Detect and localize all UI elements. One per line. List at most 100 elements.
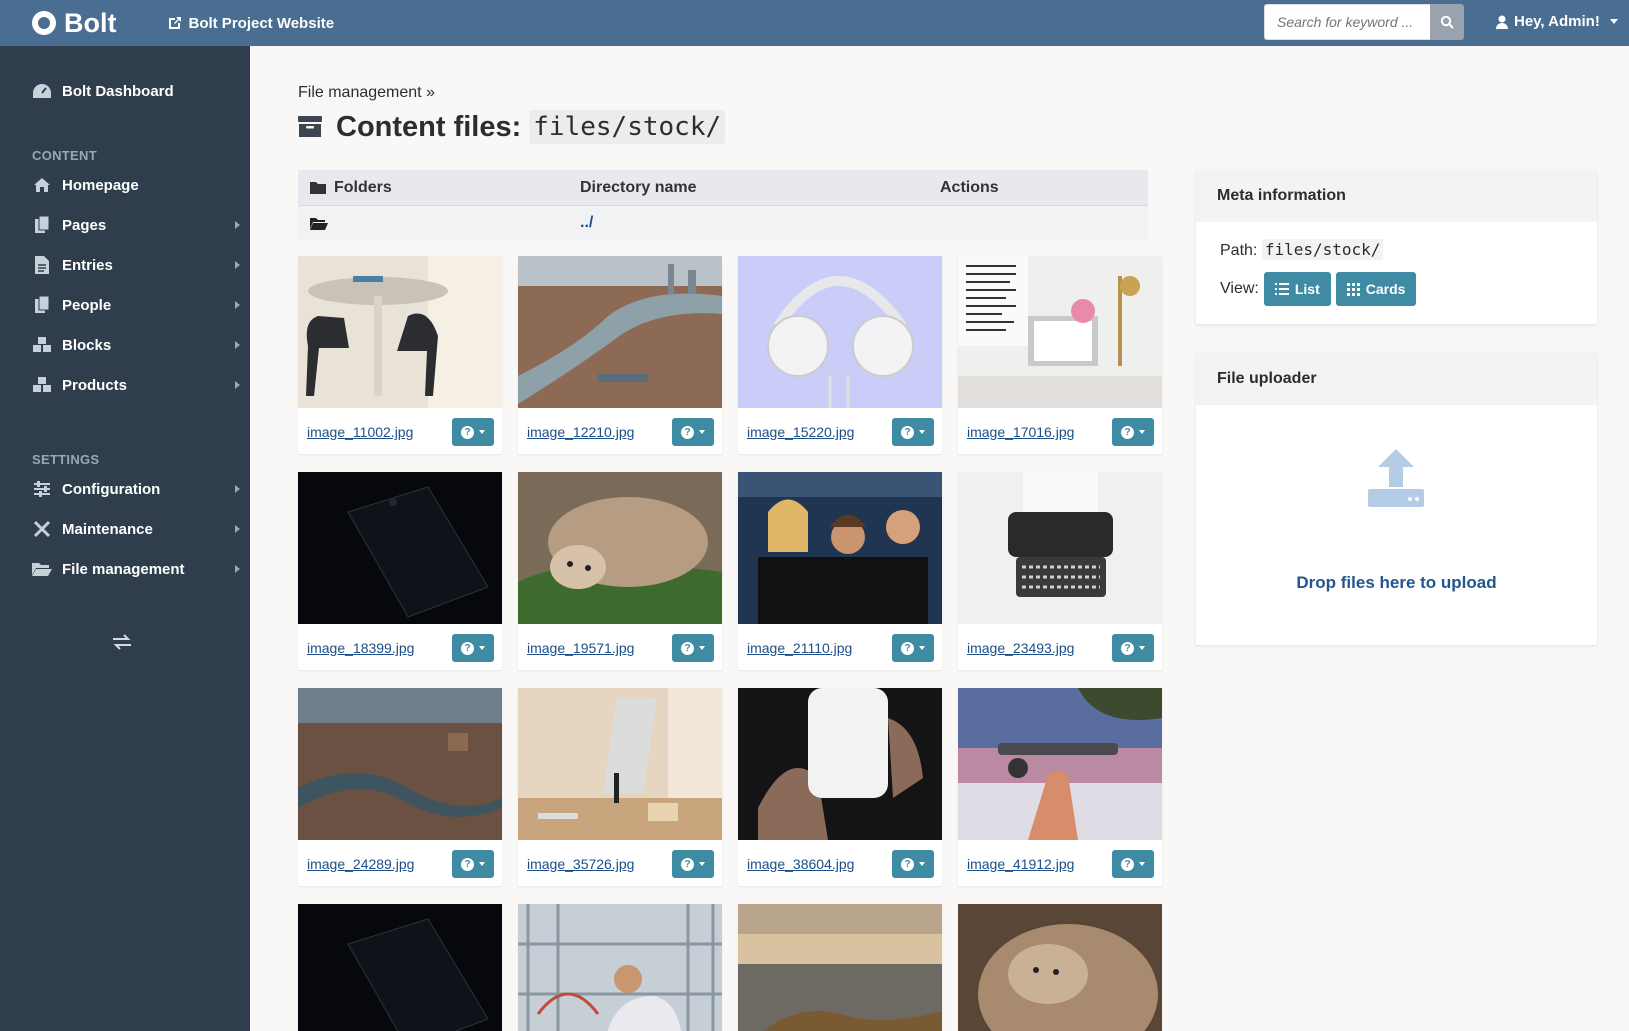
cards-view-button[interactable]: Cards	[1335, 272, 1417, 306]
question-icon: ?	[461, 857, 474, 871]
sidebar-item-blocks[interactable]: Blocks	[32, 336, 250, 354]
file-thumbnail[interactable]	[738, 472, 942, 624]
file-card: image_12210.jpg ?	[518, 256, 722, 454]
sidebar-item-people[interactable]: People	[32, 296, 250, 314]
search-icon	[1440, 15, 1454, 29]
file-link[interactable]: image_18399.jpg	[307, 640, 414, 656]
settings-heading: SETTINGS	[32, 452, 100, 467]
project-website-link[interactable]: Bolt Project Website	[168, 15, 334, 32]
sidebar-item-file-management[interactable]: File management	[32, 560, 250, 578]
sidebar-item-dashboard[interactable]: Bolt Dashboard	[32, 82, 250, 100]
file-actions-button[interactable]: ?	[892, 634, 934, 662]
file-actions-button[interactable]: ?	[672, 418, 714, 446]
caret-down-icon	[919, 430, 925, 434]
file-thumbnail[interactable]	[518, 904, 722, 1031]
file-thumbnail[interactable]	[958, 256, 1162, 408]
file-thumbnail[interactable]	[958, 472, 1162, 624]
caret-down-icon	[1139, 646, 1145, 650]
drop-files-text: Drop files here to upload	[1296, 573, 1497, 592]
file-link[interactable]: image_15220.jpg	[747, 424, 854, 440]
file-actions-button[interactable]: ?	[1112, 850, 1154, 878]
table-row[interactable]: ../	[298, 206, 1148, 240]
breadcrumb[interactable]: File management »	[298, 84, 435, 102]
file-thumbnail[interactable]	[738, 904, 942, 1031]
user-menu[interactable]: Hey, Admin!	[1496, 13, 1618, 30]
question-icon: ?	[681, 425, 694, 439]
sidebar-item-products[interactable]: Products	[32, 376, 250, 394]
column-header-actions: Actions	[940, 178, 999, 196]
caret-right-icon	[235, 341, 240, 349]
page-title: Content files: files/stock/	[298, 110, 726, 144]
sidebar-item-label: Bolt Dashboard	[62, 82, 174, 100]
file-actions-button[interactable]: ?	[892, 418, 934, 446]
parent-directory-link[interactable]: ../	[580, 214, 940, 232]
question-icon: ?	[681, 857, 694, 871]
question-icon: ?	[1121, 857, 1134, 871]
sidebar-item-entries[interactable]: Entries	[32, 256, 250, 274]
file-uploader-heading: File uploader	[1196, 353, 1597, 405]
caret-right-icon	[235, 381, 240, 389]
file-link[interactable]: image_38604.jpg	[747, 856, 854, 872]
file-actions-button[interactable]: ?	[672, 634, 714, 662]
file-thumbnail[interactable]	[518, 688, 722, 840]
file-link[interactable]: image_17016.jpg	[967, 424, 1074, 440]
sidebar: Bolt Dashboard CONTENT Homepage Pages En…	[0, 46, 250, 1031]
file-thumbnail[interactable]	[738, 688, 942, 840]
caret-right-icon	[235, 565, 240, 573]
sidebar-item-label: File management	[62, 560, 185, 578]
file-card: image_41912.jpg ?	[958, 688, 1162, 886]
sidebar-toggle-button[interactable]	[112, 630, 132, 656]
people-icon	[32, 296, 52, 314]
question-icon: ?	[901, 857, 914, 871]
file-thumbnail[interactable]	[518, 256, 722, 408]
blocks-icon	[32, 336, 52, 354]
swap-arrows-icon	[113, 634, 131, 650]
file-thumbnail[interactable]	[298, 688, 502, 840]
file-actions-button[interactable]: ?	[452, 634, 494, 662]
folders-table: Folders Directory name Actions ../	[298, 170, 1148, 240]
brand[interactable]: Bolt	[32, 8, 116, 39]
search-input[interactable]	[1264, 4, 1430, 40]
file-actions-button[interactable]: ?	[452, 850, 494, 878]
project-website-label: Bolt Project Website	[188, 14, 335, 32]
search-button[interactable]	[1430, 4, 1464, 40]
home-icon	[32, 176, 52, 194]
file-link[interactable]: image_12210.jpg	[527, 424, 634, 440]
file-link[interactable]: image_21110.jpg	[747, 640, 852, 656]
sidebar-item-maintenance[interactable]: Maintenance	[32, 520, 250, 538]
file-card	[958, 904, 1162, 1031]
caret-right-icon	[235, 261, 240, 269]
file-thumbnail[interactable]	[298, 472, 502, 624]
file-link[interactable]: image_11002.jpg	[307, 424, 413, 440]
file-actions-button[interactable]: ?	[1112, 418, 1154, 446]
sidebar-item-configuration[interactable]: Configuration	[32, 480, 250, 498]
folder-open-icon	[310, 217, 328, 230]
file-card: image_35726.jpg ?	[518, 688, 722, 886]
file-thumbnail[interactable]	[298, 904, 502, 1031]
page-title-text: Content files:	[336, 110, 522, 143]
file-thumbnail[interactable]	[738, 256, 942, 408]
dropzone[interactable]: Drop files here to upload	[1196, 405, 1597, 645]
file-link[interactable]: image_35726.jpg	[527, 856, 634, 872]
file-link[interactable]: image_19571.jpg	[527, 640, 634, 656]
sidebar-item-homepage[interactable]: Homepage	[32, 176, 250, 194]
file-actions-button[interactable]: ?	[892, 850, 934, 878]
file-thumbnail[interactable]	[298, 256, 502, 408]
file-card: image_11002.jpg ?	[298, 256, 502, 454]
file-thumbnail[interactable]	[958, 904, 1162, 1031]
file-actions-button[interactable]: ?	[672, 850, 714, 878]
file-actions-button[interactable]: ?	[452, 418, 494, 446]
file-link[interactable]: image_24289.jpg	[307, 856, 414, 872]
upload-icon	[1368, 449, 1424, 507]
view-label: View:	[1220, 280, 1259, 297]
file-link[interactable]: image_41912.jpg	[967, 856, 1074, 872]
sidebar-item-label: Blocks	[62, 336, 112, 354]
file-thumbnail[interactable]	[518, 472, 722, 624]
file-card: image_19571.jpg ?	[518, 472, 722, 670]
file-link[interactable]: image_23493.jpg	[967, 640, 1074, 656]
file-thumbnail[interactable]	[958, 688, 1162, 840]
list-view-button[interactable]: List	[1263, 272, 1331, 306]
file-actions-button[interactable]: ?	[1112, 634, 1154, 662]
caret-right-icon	[235, 525, 240, 533]
sidebar-item-pages[interactable]: Pages	[32, 216, 250, 234]
